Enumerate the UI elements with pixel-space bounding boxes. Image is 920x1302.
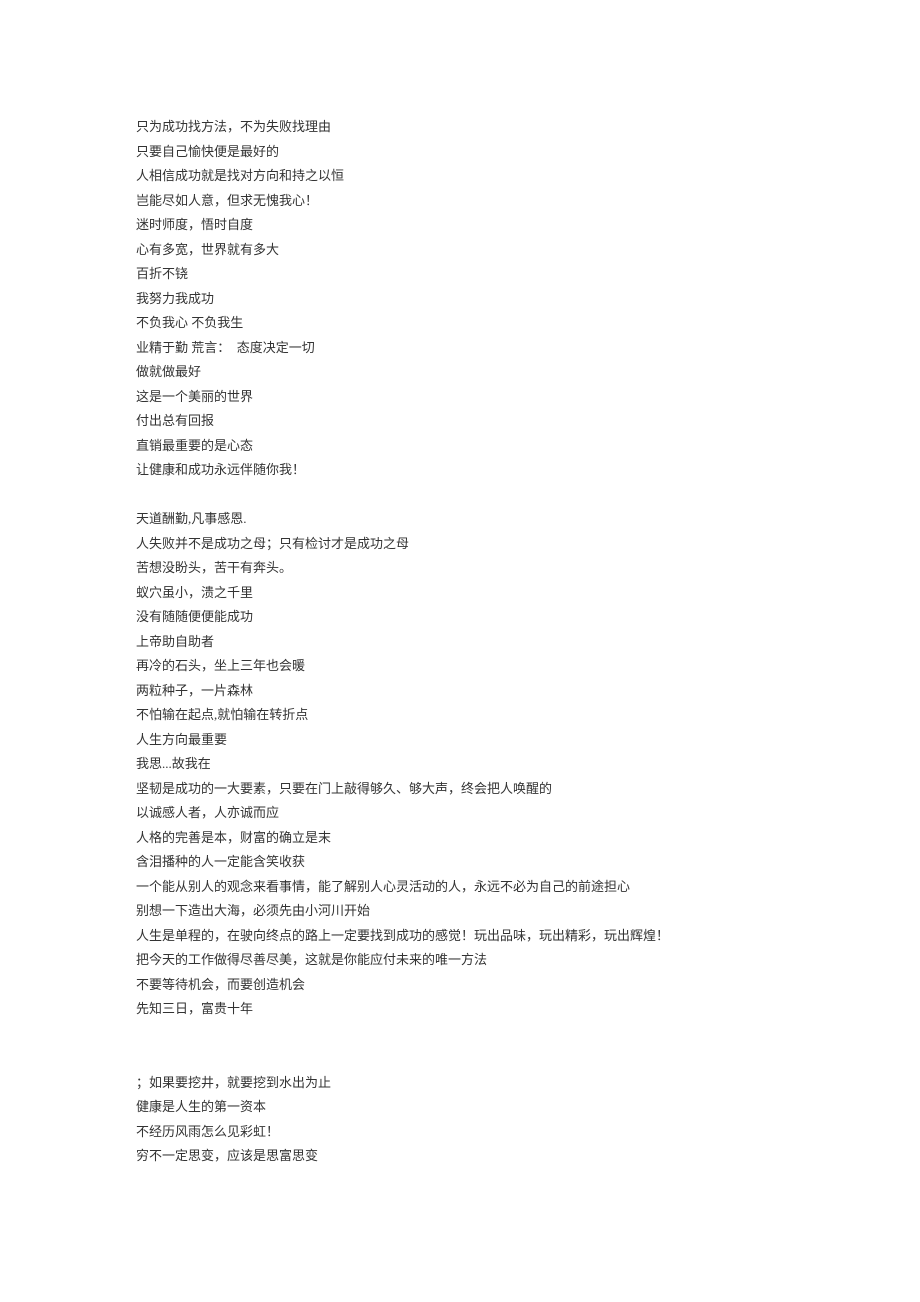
text-line: 健康是人生的第一资本: [136, 1095, 920, 1120]
text-line: 不经历风雨怎么见彩虹！: [136, 1120, 920, 1145]
text-line: ；如果要挖井，就要挖到水出为止: [136, 1071, 920, 1096]
text-line: 穷不一定思变，应该是思富思变: [136, 1144, 920, 1169]
text-line: 把今天的工作做得尽善尽美，这就是你能应付未来的唯一方法: [136, 948, 920, 973]
text-line: 别想一下造出大海，必须先由小河川开始: [136, 899, 920, 924]
text-line: 人失败并不是成功之母；只有检讨才是成功之母: [136, 532, 920, 557]
text-line: 只为成功找方法，不为失败找理由: [136, 115, 920, 140]
text-line: 苦想没盼头，苦干有奔头。: [136, 556, 920, 581]
text-line: 上帝助自助者: [136, 630, 920, 655]
text-line: 百折不铙: [136, 262, 920, 287]
text-line: 没有随随便便能成功: [136, 605, 920, 630]
text-line: 我努力我成功: [136, 287, 920, 312]
text-line: 不怕输在起点,就怕输在转折点: [136, 703, 920, 728]
text-line: 只要自己愉快便是最好的: [136, 140, 920, 165]
text-line: 两粒种子，一片森林: [136, 679, 920, 704]
text-line: [136, 1022, 920, 1047]
text-line: 以诚感人者，人亦诚而应: [136, 801, 920, 826]
text-line: 坚韧是成功的一大要素，只要在门上敲得够久、够大声，终会把人唤醒的: [136, 777, 920, 802]
text-line: 蚁穴虽小，溃之千里: [136, 581, 920, 606]
text-line: 不负我心 不负我生: [136, 311, 920, 336]
text-line: 人相信成功就是找对方向和持之以恒: [136, 164, 920, 189]
text-line: 迷时师度，悟时自度: [136, 213, 920, 238]
text-line: 不要等待机会，而要创造机会: [136, 973, 920, 998]
text-line: 做就做最好: [136, 360, 920, 385]
text-line: 一个能从别人的观念来看事情，能了解别人心灵活动的人，永远不必为自己的前途担心: [136, 875, 920, 900]
text-line: 人生方向最重要: [136, 728, 920, 753]
text-line: 业精于勤 荒言： 态度决定一切: [136, 336, 920, 361]
text-line: 这是一个美丽的世界: [136, 385, 920, 410]
text-line: 心有多宽，世界就有多大: [136, 238, 920, 263]
text-line: 直销最重要的是心态: [136, 434, 920, 459]
text-line: 让健康和成功永远伴随你我！: [136, 458, 920, 483]
text-line: 天道酬勤,凡事感恩.: [136, 507, 920, 532]
text-line: 付出总有回报: [136, 409, 920, 434]
text-line: 人格的完善是本，财富的确立是末: [136, 826, 920, 851]
text-line: 先知三日，富贵十年: [136, 997, 920, 1022]
text-line: 我思...故我在: [136, 752, 920, 777]
text-line: 再冷的石头，坐上三年也会暖: [136, 654, 920, 679]
text-line: 岂能尽如人意，但求无愧我心！: [136, 189, 920, 214]
document-body: 只为成功找方法，不为失败找理由只要自己愉快便是最好的人相信成功就是找对方向和持之…: [136, 115, 920, 1169]
text-line: [136, 483, 920, 508]
text-line: [136, 1046, 920, 1071]
text-line: 含泪播种的人一定能含笑收获: [136, 850, 920, 875]
text-line: 人生是单程的，在驶向终点的路上一定要找到成功的感觉！玩出品味，玩出精彩，玩出辉煌…: [136, 924, 920, 949]
